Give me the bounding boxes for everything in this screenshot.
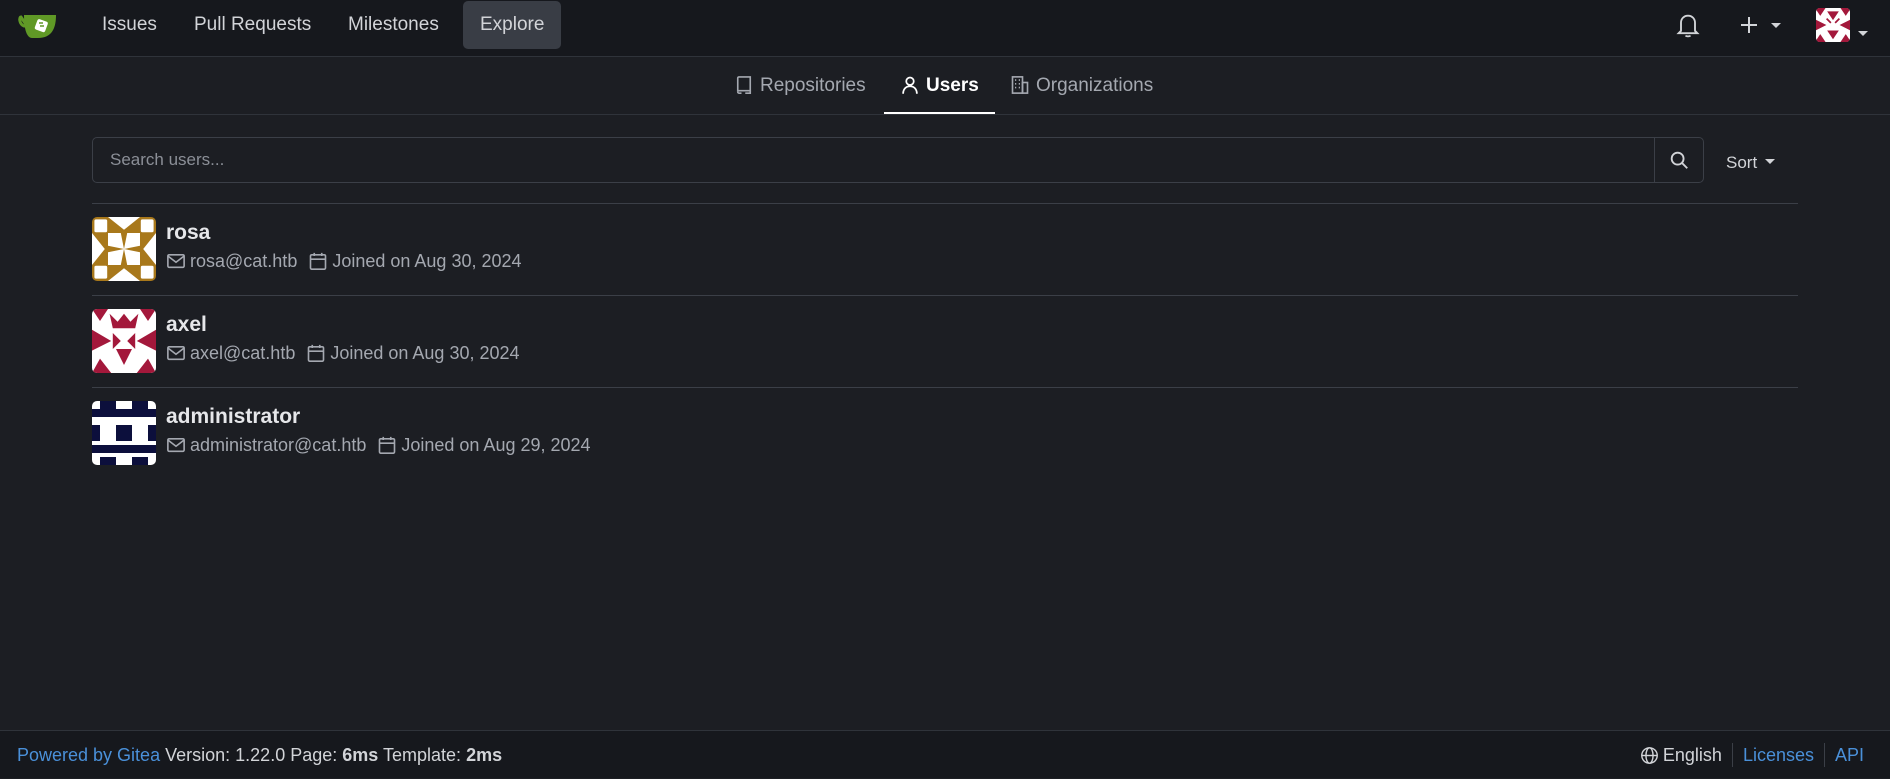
list-item: administrator administrator@cat.htb Join… — [92, 388, 1798, 480]
chevron-down-icon — [1765, 137, 1776, 183]
sort-dropdown[interactable]: Sort — [1726, 137, 1776, 183]
version-label: Version: — [165, 745, 231, 765]
user-joined-date: Joined on Aug 30, 2024 — [332, 251, 522, 271]
avatar[interactable] — [92, 309, 156, 373]
person-icon — [902, 76, 918, 94]
search-input[interactable] — [93, 138, 1655, 182]
bell-icon[interactable] — [1674, 11, 1702, 39]
tab-repositories[interactable]: Repositories — [718, 57, 882, 114]
tab-organizations[interactable]: Organizations — [994, 57, 1169, 114]
create-new-menu[interactable] — [1736, 12, 1786, 38]
user-email-link[interactable]: administrator@cat.htb — [190, 435, 366, 455]
user-name-link[interactable]: administrator — [166, 405, 300, 429]
chevron-down-icon[interactable] — [1858, 21, 1868, 42]
gitea-logo-icon[interactable] — [18, 10, 62, 42]
search-bar — [92, 137, 1704, 183]
template-time-label: Template: — [383, 745, 462, 765]
page-time-value: 6ms — [342, 745, 379, 765]
search-icon — [1670, 151, 1688, 169]
tab-users-label: Users — [926, 75, 979, 96]
user-joined-date: Joined on Aug 29, 2024 — [401, 435, 591, 455]
mail-icon — [167, 253, 185, 269]
repo-icon — [736, 76, 752, 94]
powered-by-link[interactable]: Powered by Gitea — [17, 745, 160, 765]
list-item: rosa rosa@cat.htb Joined on Aug 30, 2024 — [92, 204, 1798, 296]
nav-pull-requests[interactable]: Pull Requests — [177, 0, 328, 49]
footer-info: Powered by Gitea Version: 1.22.0 Page: 6… — [17, 731, 502, 779]
mail-icon — [167, 437, 185, 453]
user-avatar-menu[interactable] — [1816, 8, 1850, 42]
top-navbar: Issues Pull Requests Milestones Explore — [0, 0, 1890, 57]
globe-icon — [1640, 747, 1658, 764]
list-item: axel axel@cat.htb Joined on Aug 30, 2024 — [92, 296, 1798, 388]
user-email-link[interactable]: axel@cat.htb — [190, 343, 295, 363]
user-meta: administrator@cat.htb Joined on Aug 29, … — [166, 435, 591, 456]
calendar-icon — [379, 436, 396, 454]
search-button[interactable] — [1654, 138, 1703, 182]
avatar[interactable] — [92, 217, 156, 281]
tab-users[interactable]: Users — [884, 57, 995, 114]
user-joined-date: Joined on Aug 30, 2024 — [330, 343, 520, 363]
licenses-link[interactable]: Licenses — [1743, 745, 1814, 765]
footer-links: English Licenses API — [1640, 731, 1864, 779]
calendar-icon — [310, 252, 327, 270]
sort-label: Sort — [1726, 153, 1758, 172]
nav-milestones[interactable]: Milestones — [331, 0, 456, 49]
tab-repositories-label: Repositories — [760, 75, 866, 96]
mail-icon — [167, 345, 185, 361]
tab-organizations-label: Organizations — [1036, 75, 1154, 96]
calendar-icon — [308, 344, 325, 362]
nav-explore[interactable]: Explore — [463, 1, 562, 49]
user-name-link[interactable]: axel — [166, 313, 207, 337]
user-name-link[interactable]: rosa — [166, 221, 210, 245]
avatar[interactable] — [92, 401, 156, 465]
explore-tabs: Repositories Users Organizations — [0, 57, 1890, 115]
user-meta: axel@cat.htb Joined on Aug 30, 2024 — [166, 343, 520, 364]
divider — [1731, 743, 1733, 767]
user-email-link[interactable]: rosa@cat.htb — [190, 251, 297, 271]
template-time-value: 2ms — [466, 745, 503, 765]
language-selector[interactable]: English — [1640, 745, 1722, 765]
user-meta: rosa@cat.htb Joined on Aug 30, 2024 — [166, 251, 522, 272]
api-link[interactable]: API — [1835, 745, 1864, 765]
nav-issues[interactable]: Issues — [85, 0, 174, 49]
version-value: 1.22.0 — [235, 745, 286, 765]
organization-icon — [1011, 76, 1029, 94]
page-footer: Powered by Gitea Version: 1.22.0 Page: 6… — [0, 730, 1890, 778]
language-label: English — [1662, 745, 1722, 765]
divider — [1823, 743, 1825, 767]
page-time-label: Page: — [290, 745, 338, 765]
